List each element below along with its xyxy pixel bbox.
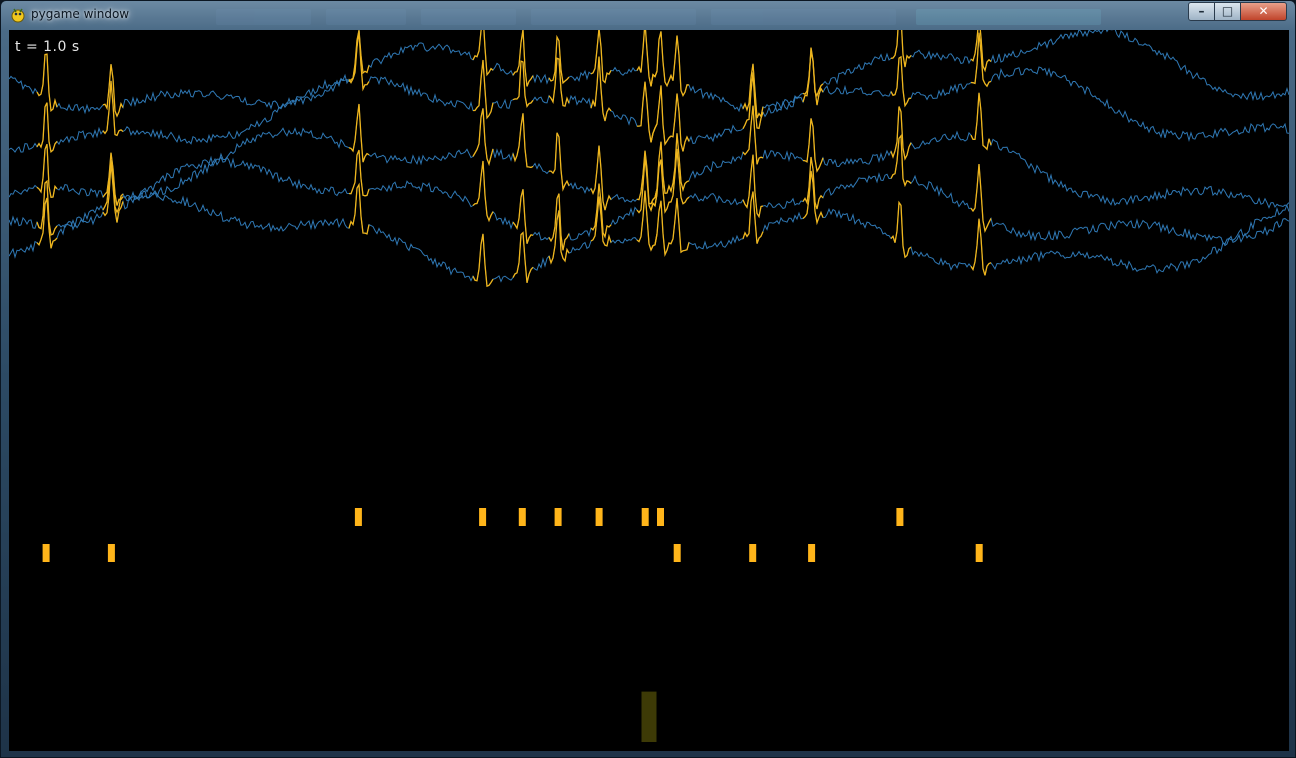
spike-marker-row-1 (518, 508, 526, 526)
spike-trace-segment (36, 197, 58, 249)
spike-marker-row-1 (595, 508, 603, 526)
spike-trace-segment (668, 35, 690, 97)
spike-marker-row-1 (641, 508, 649, 526)
spike-trace-segment (970, 218, 992, 276)
spike-trace-segment (802, 118, 824, 173)
activity-indicator (641, 691, 657, 742)
spike-marker-row-2 (749, 544, 757, 562)
window-title: pygame window (31, 7, 130, 21)
minimize-icon: – (1198, 4, 1205, 18)
spike-trace-segment (890, 200, 912, 259)
spike-trace-segment (512, 113, 534, 169)
spike-trace-segment (668, 133, 690, 194)
spike-trace-segment (890, 55, 912, 108)
spike-trace-segment (590, 56, 612, 122)
spike-marker-row-1 (554, 508, 562, 526)
pygame-canvas[interactable]: t = 1.0 s (9, 30, 1289, 751)
spike-trace-segment (650, 200, 672, 258)
voltage-traces (9, 30, 1289, 288)
spike-trace-segment (548, 57, 570, 107)
spike-trace-segment (472, 233, 494, 288)
spike-marker-row-1 (354, 508, 362, 526)
spike-trace-segment (970, 92, 992, 151)
spike-trace-segment (637, 81, 658, 143)
spike-trace-segment (472, 108, 494, 167)
spike-trace-segment (636, 190, 658, 252)
spike-raster (42, 508, 983, 562)
close-icon: ✕ (1258, 4, 1269, 18)
minimize-button[interactable]: – (1188, 2, 1215, 21)
pygame-snake-icon (11, 8, 25, 23)
spike-marker-row-1 (479, 508, 487, 526)
spike-trace-segment (650, 85, 672, 146)
spike-trace-segment (348, 31, 370, 92)
spike-trace-segment (512, 60, 534, 109)
spike-trace-segment (636, 30, 658, 87)
spike-trace-segment (970, 163, 992, 233)
spike-trace-segment (549, 132, 570, 192)
voltage-trace (9, 160, 1289, 287)
spike-trace-segment (472, 160, 494, 223)
spike-marker-row-2 (673, 544, 681, 562)
background-taskbar-ghost (216, 7, 1106, 27)
spike-trace-segment (512, 30, 534, 87)
close-button[interactable]: ✕ (1240, 2, 1287, 21)
spike-trace-segment (548, 210, 570, 265)
spike-trace-segment (802, 47, 824, 103)
spike-marker-row-2 (42, 544, 50, 562)
spike-trace-segment (802, 51, 824, 106)
maximize-icon: □ (1221, 4, 1234, 18)
spike-trace-segment (742, 154, 764, 219)
activity-indicator-bar (641, 691, 657, 742)
maximize-button[interactable]: □ (1214, 2, 1241, 21)
spike-trace-segment (650, 31, 672, 88)
spike-marker-row-1 (657, 508, 664, 526)
spike-marker-row-2 (808, 544, 816, 562)
spike-trace-segment (512, 231, 534, 283)
spike-marker-row-2 (107, 544, 115, 562)
spike-marker-row-1 (896, 508, 904, 526)
spike-trace-segment (668, 93, 690, 152)
spike-trace-segment (36, 53, 58, 112)
spike-trace-segment (650, 141, 672, 205)
title-bar[interactable]: pygame window – □ ✕ (1, 1, 1296, 29)
spike-trace-segment (742, 72, 764, 130)
spike-trace-segment (742, 191, 764, 244)
pygame-window: pygame window – □ ✕ t = 1.0 s (0, 0, 1296, 758)
spike-trace-segment (590, 30, 612, 84)
neural-activity-visualization (9, 30, 1289, 742)
spike-marker-row-2 (975, 544, 983, 562)
spike-trace-segment (890, 134, 912, 188)
time-label: t = 1.0 s (15, 39, 80, 55)
spike-trace-segment (668, 198, 690, 254)
spike-trace-segment (890, 106, 912, 161)
